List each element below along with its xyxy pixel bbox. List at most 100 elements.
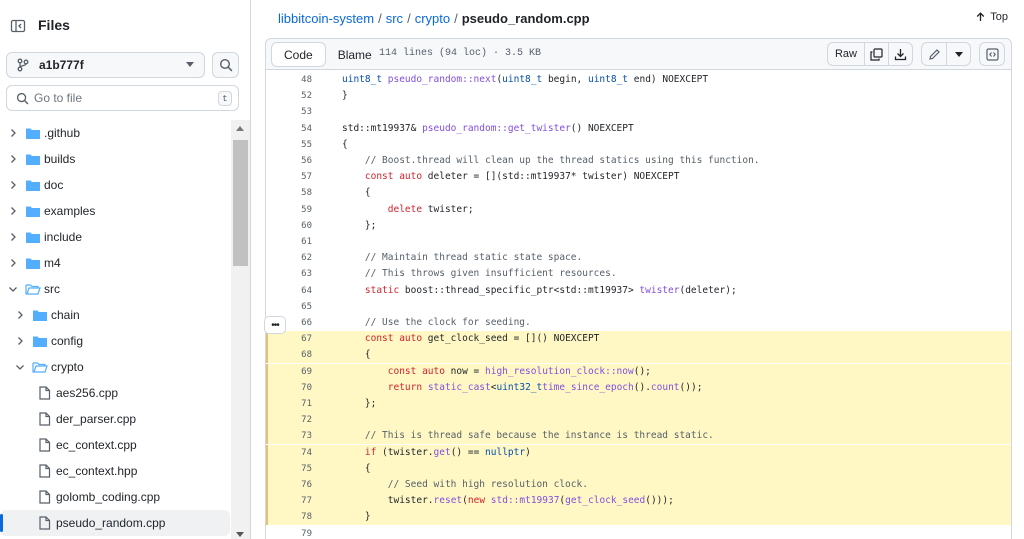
breadcrumb-crypto-link[interactable]: crypto: [415, 11, 450, 26]
line-number[interactable]: 71: [266, 396, 314, 412]
code-line[interactable]: 71 };: [266, 396, 1011, 412]
scroll-down-arrow-icon[interactable]: [236, 532, 244, 537]
code-line[interactable]: 56 // Boost.thread will clean up the thr…: [266, 153, 1011, 169]
line-number[interactable]: 68: [266, 347, 314, 364]
line-number[interactable]: 55: [266, 137, 314, 153]
code-line[interactable]: 66 // Use the clock for seeding.: [266, 315, 1011, 331]
line-number[interactable]: 56: [266, 153, 314, 169]
breadcrumb-src-link[interactable]: src: [386, 11, 403, 26]
breadcrumb-repo-link[interactable]: libbitcoin-system: [278, 11, 374, 26]
tree-file-der-parser-cpp[interactable]: der_parser.cpp: [0, 406, 230, 432]
code-line[interactable]: 73 // This is thread safe because the in…: [266, 428, 1011, 445]
tab-code[interactable]: Code: [271, 42, 326, 67]
code-line[interactable]: 52}: [266, 88, 1011, 104]
code-line[interactable]: 79: [266, 526, 1011, 539]
line-number[interactable]: 59: [266, 202, 314, 218]
line-number[interactable]: 70: [266, 379, 314, 396]
go-to-file-field[interactable]: t: [6, 85, 239, 111]
code-line[interactable]: 63 // This throws given insufficient res…: [266, 266, 1011, 282]
code-line[interactable]: 74 if (twister.get() == nullptr): [266, 444, 1011, 461]
tree-file-pseudo-random-cpp[interactable]: pseudo_random.cpp: [0, 510, 230, 536]
tree-file-ec-context-hpp[interactable]: ec_context.hpp: [0, 458, 230, 484]
line-number[interactable]: 48: [266, 72, 314, 88]
line-number[interactable]: 58: [266, 185, 314, 201]
line-number[interactable]: 52: [266, 88, 314, 104]
line-number[interactable]: 53: [266, 104, 314, 120]
tree-folder-examples[interactable]: examples: [0, 198, 230, 224]
code-line[interactable]: 70 return static_cast<uint32_ttime_since…: [266, 379, 1011, 396]
line-number[interactable]: 62: [266, 250, 314, 266]
chevron-right-icon[interactable]: [8, 154, 18, 164]
code-line[interactable]: 77 twister.reset(new std::mt19937(get_cl…: [266, 493, 1011, 510]
line-number[interactable]: 57: [266, 169, 314, 185]
line-number[interactable]: 69: [266, 363, 314, 380]
edit-options-button[interactable]: [946, 43, 970, 65]
chevron-right-icon[interactable]: [8, 232, 18, 242]
line-number[interactable]: 73: [266, 428, 314, 445]
code-line[interactable]: 59 delete twister;: [266, 202, 1011, 218]
code-line[interactable]: 69 const auto now = high_resolution_cloc…: [266, 363, 1011, 380]
line-number[interactable]: 75: [266, 460, 314, 477]
chevron-right-icon[interactable]: [8, 206, 18, 216]
line-number[interactable]: 54: [266, 121, 314, 137]
chevron-right-icon[interactable]: [8, 258, 18, 268]
line-options-button[interactable]: •••: [264, 316, 286, 334]
code-line[interactable]: 61: [266, 234, 1011, 250]
line-number[interactable]: 63: [266, 266, 314, 282]
download-button[interactable]: [888, 43, 912, 65]
scrollbar-thumb[interactable]: [233, 140, 248, 266]
code-line[interactable]: 54 std::mt19937& pseudo_random::get_twist…: [266, 121, 1011, 137]
tree-folder-m4[interactable]: m4: [0, 250, 230, 276]
code-line[interactable]: 72: [266, 412, 1011, 429]
chevron-right-icon[interactable]: [8, 128, 18, 138]
code-line[interactable]: 65: [266, 299, 1011, 315]
tree-folder-src[interactable]: src: [0, 276, 230, 302]
code-line[interactable]: 60 };: [266, 218, 1011, 234]
edit-button[interactable]: [922, 43, 946, 65]
raw-button[interactable]: Raw: [828, 43, 864, 65]
code-line[interactable]: 67 const auto get_clock_seed = []() NOEX…: [266, 331, 1011, 348]
line-number[interactable]: 65: [266, 299, 314, 315]
line-number[interactable]: 74: [266, 444, 314, 461]
sidebar-scrollbar[interactable]: [231, 120, 250, 539]
tree-folder-chain[interactable]: chain: [0, 302, 230, 328]
code-line[interactable]: 78 }: [266, 509, 1011, 526]
search-files-button[interactable]: [212, 52, 239, 78]
line-number[interactable]: 60: [266, 218, 314, 234]
chevron-right-icon[interactable]: [8, 180, 18, 190]
tree-folder-github[interactable]: .github: [0, 120, 230, 146]
code-line[interactable]: 57 const auto deleter = [](std::mt19937*…: [266, 169, 1011, 185]
tree-folder-crypto[interactable]: crypto: [0, 354, 230, 380]
line-number[interactable]: 78: [266, 509, 314, 526]
code-line[interactable]: 58 {: [266, 185, 1011, 201]
code-line[interactable]: 48 uint8_t pseudo_random::next(uint8_t be…: [266, 72, 1011, 88]
back-to-top-link[interactable]: Top: [976, 11, 1008, 23]
code-line[interactable]: 64 static boost::thread_specific_ptr<std…: [266, 283, 1011, 299]
code-line[interactable]: 55 {: [266, 137, 1011, 153]
chevron-down-icon[interactable]: [8, 284, 18, 294]
tree-file-golomb-coding-cpp[interactable]: golomb_coding.cpp: [0, 484, 230, 510]
tree-folder-include[interactable]: include: [0, 224, 230, 250]
line-number[interactable]: 79: [266, 526, 314, 539]
sidebar-collapse-button[interactable]: [6, 14, 30, 38]
symbols-panel-button[interactable]: [980, 43, 1004, 65]
tree-file-aes256-cpp[interactable]: aes256.cpp: [0, 380, 230, 406]
chevron-right-icon[interactable]: [15, 336, 25, 346]
code-line[interactable]: 76 // Seed with high resolution clock.: [266, 477, 1011, 493]
copy-button[interactable]: [864, 43, 888, 65]
tree-folder-builds[interactable]: builds: [0, 146, 230, 172]
chevron-right-icon[interactable]: [15, 310, 25, 320]
tree-file-ec-context-cpp[interactable]: ec_context.cpp: [0, 432, 230, 458]
line-number[interactable]: 72: [266, 412, 314, 429]
code-line[interactable]: 75 {: [266, 460, 1011, 477]
code-line[interactable]: 68 {: [266, 347, 1011, 364]
branch-selector-button[interactable]: a1b777f: [6, 52, 205, 78]
tree-folder-config[interactable]: config: [0, 328, 230, 354]
code-view[interactable]: 48 uint8_t pseudo_random::next(uint8_t be…: [265, 70, 1012, 539]
code-line[interactable]: 62 // Maintain thread static state space…: [266, 250, 1011, 266]
scroll-up-arrow-icon[interactable]: [236, 126, 244, 131]
code-line[interactable]: 53: [266, 104, 1011, 120]
line-number[interactable]: 77: [266, 493, 314, 510]
tree-folder-doc[interactable]: doc: [0, 172, 230, 198]
line-number[interactable]: 76: [266, 477, 314, 493]
